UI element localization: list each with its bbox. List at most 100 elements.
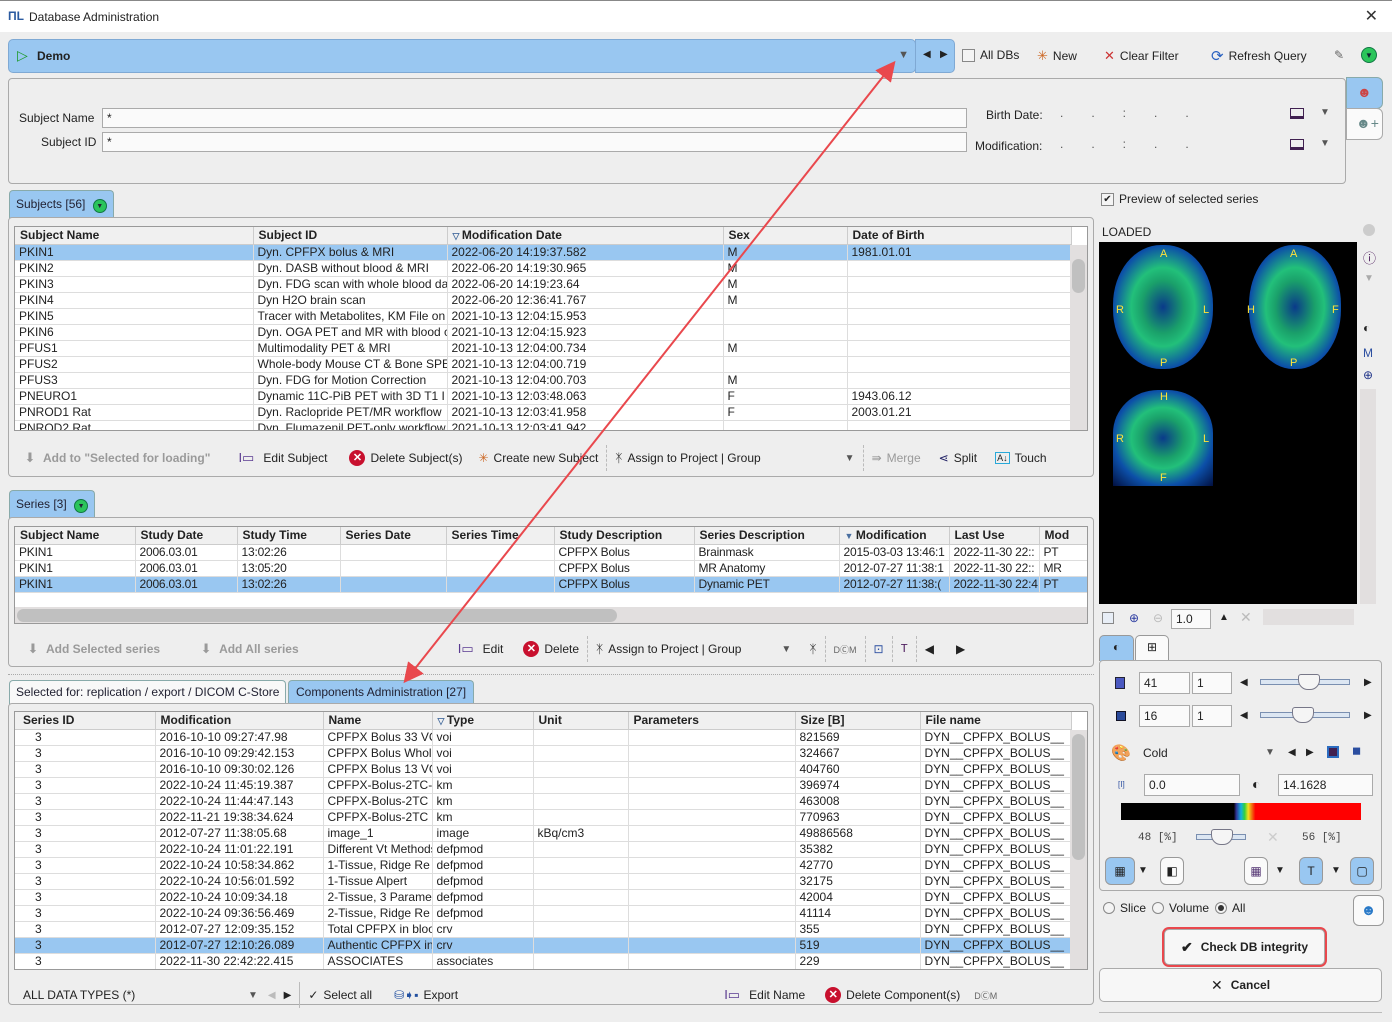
assign-dropdown-icon[interactable]: ▼: [781, 644, 791, 655]
subject-row[interactable]: PKIN5 Tracer with Metabolites, KM File on…: [15, 308, 1072, 325]
column-header[interactable]: Unit: [533, 712, 629, 730]
previous-colortable-icon[interactable]: ◀: [1288, 747, 1296, 758]
column-header[interactable]: Parameters: [628, 712, 796, 730]
layout-tab[interactable]: ⊞: [1135, 635, 1169, 661]
assign-dropdown-icon[interactable]: ▼: [845, 453, 855, 464]
slice-step-input[interactable]: [1192, 672, 1232, 694]
modification-field[interactable]: ..:..: [1060, 137, 1217, 151]
frame-button[interactable]: ▢: [1350, 857, 1374, 885]
column-header[interactable]: Study Time: [237, 527, 341, 545]
add-subject-tab[interactable]: ☻+: [1346, 108, 1383, 140]
column-header[interactable]: Series Description: [694, 527, 840, 545]
component-row[interactable]: 3 2022-11-30 22:42:22.415 ASSOCIATES associ…: [15, 953, 1072, 969]
subject-row[interactable]: PNROD2 Rat Dyn. Flumazenil PET-only workf…: [15, 420, 1072, 430]
chevron-down-icon[interactable]: ▼: [898, 49, 909, 61]
component-row[interactable]: 3 2012-07-27 12:10:26.089 Authentic CPFPX …: [15, 937, 1072, 954]
calendar-icon[interactable]: [1290, 108, 1304, 119]
subject-row[interactable]: PNROD1 Rat Dyn. Raclopride PET/MR workflo…: [15, 404, 1072, 421]
colortable-select[interactable]: Cold: [1143, 746, 1168, 760]
previous-icon[interactable]: ◀: [1240, 677, 1248, 688]
slice-slider[interactable]: [1260, 674, 1350, 690]
up-icon[interactable]: ▲: [1219, 612, 1229, 623]
column-header[interactable]: Subject Name: [15, 527, 136, 545]
components-admin-tab[interactable]: Components Administration [27]: [288, 680, 475, 704]
radio-icon[interactable]: [1152, 902, 1165, 914]
previous-icon[interactable]: ◀: [1240, 710, 1248, 721]
modification-dropdown-icon[interactable]: ▼: [1320, 138, 1330, 149]
scrollbar-thumb[interactable]: [1072, 734, 1085, 860]
series-row[interactable]: PKIN1 2006.03.01 13:02:26 CPFPX Bolus Brainm…: [15, 544, 1087, 561]
dropdown-icon[interactable]: ▼: [1138, 865, 1148, 876]
image-preview[interactable]: A P R L A P H F H F R L: [1099, 242, 1357, 604]
subject-row[interactable]: PKIN3 Dyn. FDG scan with whole blood da 20…: [15, 276, 1072, 293]
subject-row[interactable]: PFUS3 Dyn. FDG for Motion Correction 2021-…: [15, 372, 1072, 389]
column-header[interactable]: Subject Name: [15, 227, 254, 245]
close-icon[interactable]: ✕: [1365, 6, 1378, 26]
splitter[interactable]: [8, 674, 1094, 675]
add-all-series-button[interactable]: ⬇ Add All series: [198, 641, 299, 657]
column-header[interactable]: ▽ Modification Date: [447, 227, 724, 245]
next-icon[interactable]: ▶: [1364, 710, 1372, 721]
previous-icon[interactable]: ◀: [925, 642, 934, 656]
mask-button[interactable]: ◧: [1160, 857, 1184, 885]
previous-db-icon[interactable]: ◀: [923, 49, 931, 60]
eraser-icon[interactable]: ✎: [1334, 48, 1344, 62]
scrollbar-thumb[interactable]: [17, 609, 617, 622]
subject-row[interactable]: PKIN1 Dyn. CPFPX bolus & MRI 2022-06-20 14…: [15, 244, 1072, 261]
select-all-button[interactable]: ✓ Select all: [308, 988, 372, 1002]
scope-radio-volume[interactable]: Volume: [1152, 901, 1209, 915]
component-row[interactable]: 3 2022-10-24 10:56:01.592 1-Tissue Alpert d…: [15, 873, 1072, 890]
m-icon[interactable]: M: [1363, 346, 1373, 360]
zoom-in-icon[interactable]: ⊕: [1129, 611, 1139, 625]
text-icon[interactable]: T: [901, 642, 908, 656]
series-row[interactable]: PKIN1 2006.03.01 13:02:26 CPFPX Bolus Dynami…: [15, 576, 1087, 593]
frame-step-input[interactable]: [1192, 705, 1232, 727]
new-button[interactable]: ✳ New: [1037, 48, 1077, 64]
create-subject-button[interactable]: ✳ Create new Subject: [478, 451, 598, 465]
axial-view[interactable]: [1113, 245, 1213, 369]
component-row[interactable]: 3 2022-10-24 11:01:22.191 Different Vt Met…: [15, 841, 1072, 858]
column-header[interactable]: Study Date: [135, 527, 238, 545]
column-header[interactable]: Series Date: [340, 527, 447, 545]
add-to-selected-button[interactable]: ⬇ Add to "Selected for loading": [22, 450, 211, 466]
column-header[interactable]: Modification: [155, 712, 324, 730]
column-header[interactable]: Last Use: [949, 527, 1040, 545]
cube-icon[interactable]: ◼: [1352, 744, 1361, 757]
horizontal-scrollbar[interactable]: [15, 607, 1087, 623]
display-tab[interactable]: ◐: [1099, 635, 1134, 661]
refresh-query-button[interactable]: ⟳ Refresh Query: [1211, 47, 1307, 65]
frame-slider[interactable]: [1260, 707, 1350, 723]
subjects-tab[interactable]: Subjects [56] ▼: [9, 190, 114, 218]
slice-input[interactable]: [1139, 672, 1190, 694]
close-icon[interactable]: ✕: [1240, 609, 1252, 626]
scrollbar[interactable]: [1070, 730, 1087, 969]
component-row[interactable]: 3 2022-10-24 09:36:56.469 2-Tissue, Ridge …: [15, 905, 1072, 922]
delete-components-button[interactable]: ✕ Delete Component(s): [825, 987, 960, 1003]
colorbar[interactable]: [1121, 803, 1361, 820]
add-selected-series-button[interactable]: ⬇ Add Selected series: [25, 641, 161, 657]
merge-button[interactable]: ⇛ Merge: [872, 451, 921, 465]
component-row[interactable]: 3 2022-10-24 10:58:34.862 1-Tissue, Ridge …: [15, 857, 1072, 874]
column-header[interactable]: Subject ID: [253, 227, 448, 245]
cancel-button[interactable]: ✕ Cancel: [1099, 968, 1382, 1002]
colortable-dropdown-icon[interactable]: ▼: [1265, 747, 1275, 758]
column-header[interactable]: Name: [323, 712, 433, 730]
edit-name-button[interactable]: I▭ Edit Name: [720, 987, 805, 1003]
checkbox[interactable]: [1102, 612, 1114, 624]
column-header[interactable]: Study Description: [554, 527, 695, 545]
column-header[interactable]: Size [B]: [795, 712, 921, 730]
zoom-out-icon[interactable]: ⊖: [1153, 611, 1163, 625]
column-header[interactable]: Series Time: [446, 527, 555, 545]
close-icon[interactable]: ✕: [1267, 829, 1279, 846]
column-header[interactable]: ▽ Type: [432, 712, 534, 730]
grid-button[interactable]: ▦: [1244, 857, 1268, 885]
database-selector[interactable]: ▷ Demo ▼: [8, 39, 916, 73]
minus-icon[interactable]: [1363, 224, 1375, 236]
preview-scrollbar[interactable]: [1360, 389, 1376, 604]
column-header[interactable]: Sex: [723, 227, 848, 245]
zoom-input[interactable]: [1171, 609, 1211, 629]
contrast-drop-icon[interactable]: ◐: [1252, 776, 1260, 792]
component-row[interactable]: 3 2022-10-24 11:44:47.143 CPFPX-Bolus-2TC k…: [15, 793, 1072, 810]
expand-icon[interactable]: ▼: [74, 499, 89, 513]
contrast-icon[interactable]: ◐: [1363, 321, 1370, 335]
